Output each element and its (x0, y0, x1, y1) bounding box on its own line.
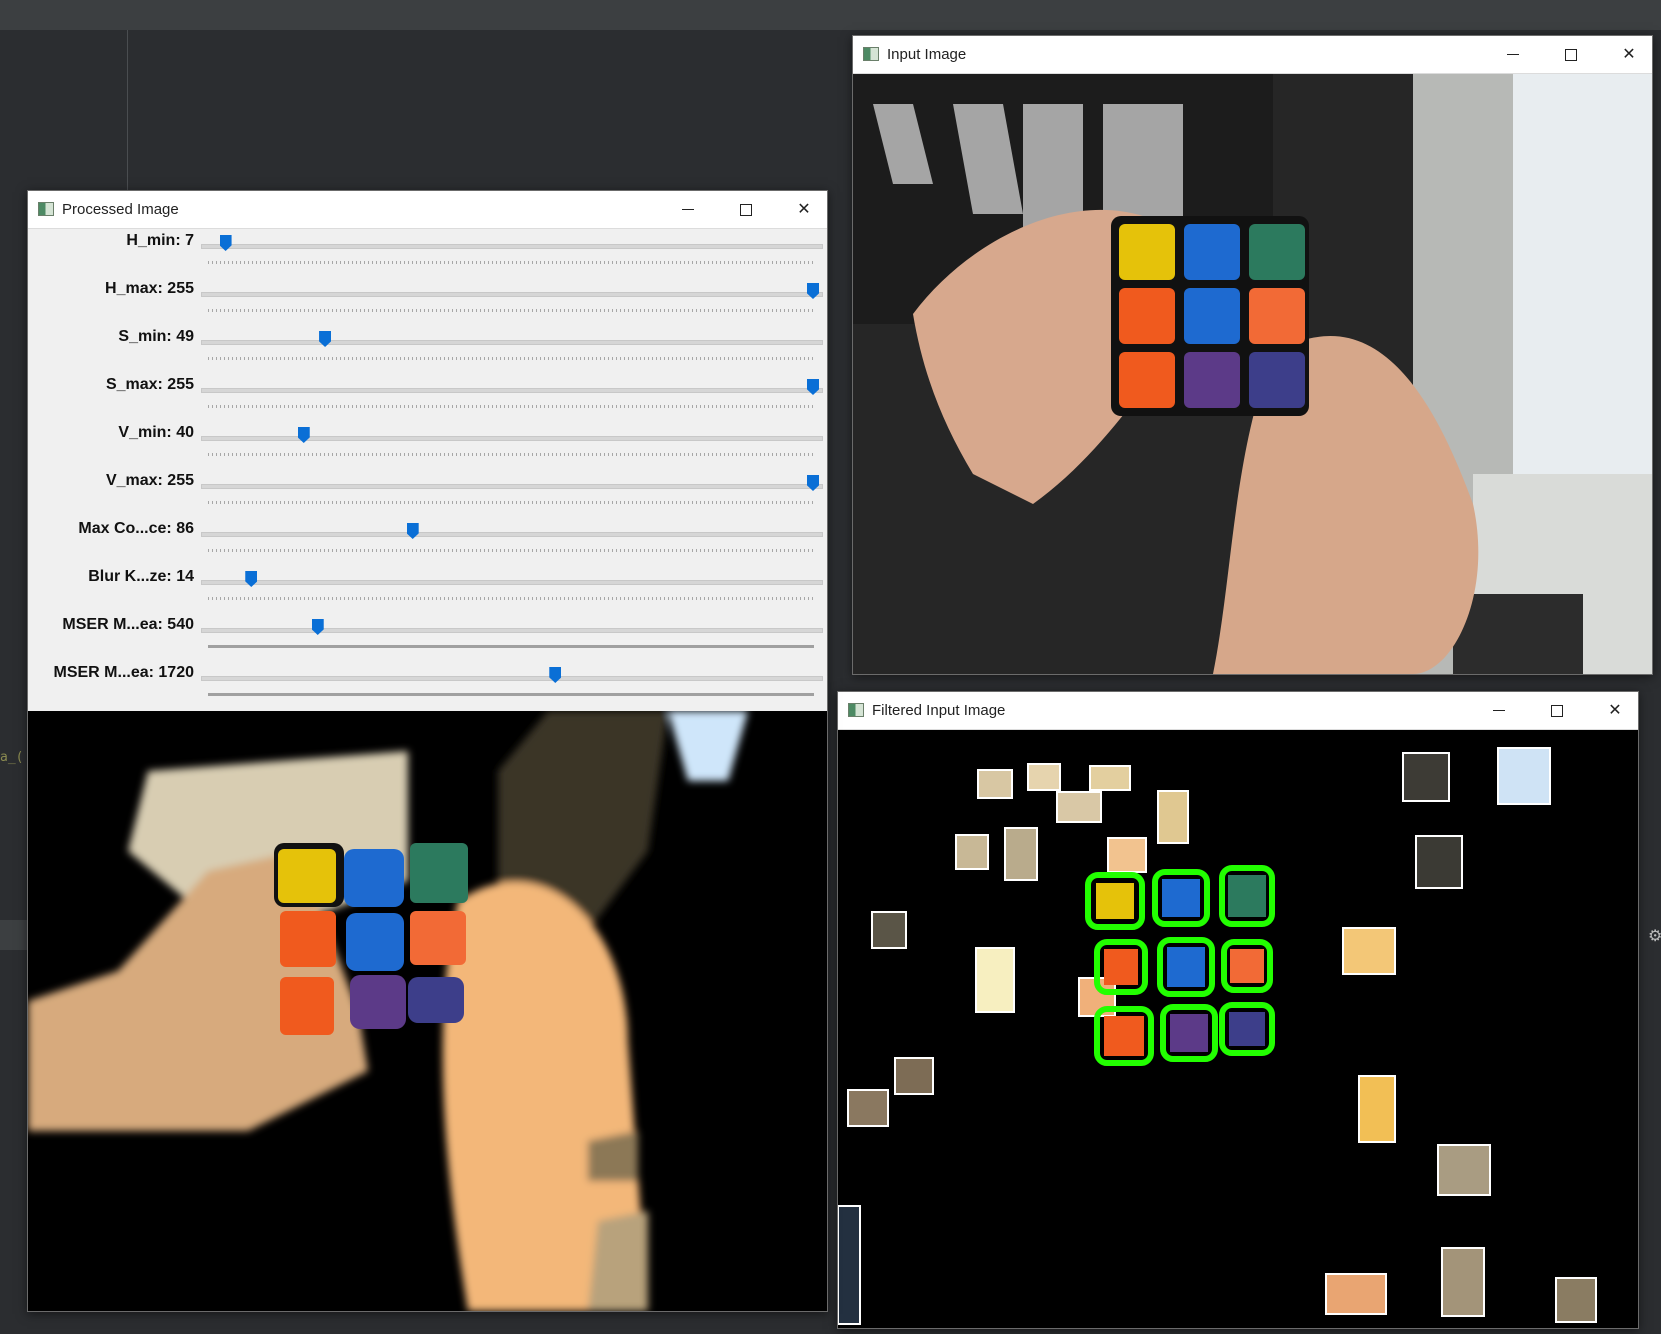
window-app-icon (863, 47, 879, 61)
minimize-button[interactable] (1476, 692, 1522, 729)
close-icon: ✕ (1608, 702, 1622, 719)
window-app-icon (38, 202, 54, 216)
filtered-image (838, 730, 1638, 1328)
trackbar-track[interactable] (201, 532, 823, 537)
camera-scene (853, 74, 1652, 674)
trackbar-row[interactable]: H_max: 255 (28, 277, 827, 325)
close-button[interactable]: ✕ (1606, 36, 1652, 73)
trackbar-row[interactable]: S_max: 255 (28, 373, 827, 421)
trackbar-label: H_max: 255 (105, 280, 194, 297)
title-bar[interactable]: Processed Image ✕ (28, 191, 827, 229)
trackbar-track[interactable] (201, 244, 823, 249)
trackbar-label: S_min: 49 (118, 328, 194, 345)
camera-image (853, 74, 1652, 674)
trackbar-track[interactable] (201, 484, 823, 489)
minimize-button[interactable] (1490, 36, 1536, 73)
processed-image-window[interactable]: Processed Image ✕ H_min: 7 H_max: 255 S_… (27, 190, 828, 1312)
trackbar-ticks (208, 597, 814, 600)
trackbar-label: Max Co...ce: 86 (78, 520, 194, 537)
trackbar-row[interactable]: Max Co...ce: 86 (28, 517, 827, 565)
window-app-icon (848, 703, 864, 717)
trackbar-row[interactable]: Blur K...ze: 14 (28, 565, 827, 613)
trackbar-row[interactable]: MSER M...ea: 540 (28, 613, 827, 661)
maximize-button[interactable] (1548, 36, 1594, 73)
trackbar-label: MSER M...ea: 1720 (53, 664, 195, 681)
filtered-scene (838, 730, 1638, 1328)
trackbar-row[interactable]: S_min: 49 (28, 325, 827, 373)
window-title: Input Image (887, 46, 967, 63)
title-bar[interactable]: Filtered Input Image ✕ (838, 692, 1638, 730)
close-button[interactable]: ✕ (1592, 692, 1638, 729)
gear-icon[interactable]: ⚙ (1648, 926, 1661, 946)
trackbar-ticks (208, 405, 814, 408)
maximize-icon (1565, 48, 1577, 61)
trackbar-ticks (208, 549, 814, 552)
title-bar[interactable]: Input Image ✕ (853, 36, 1652, 74)
trackbar-label: S_max: 255 (105, 376, 194, 393)
trackbar-track[interactable] (201, 388, 823, 393)
maximize-button[interactable] (723, 191, 769, 228)
trackbar-track[interactable] (201, 628, 823, 633)
trackbar-track[interactable] (201, 676, 823, 681)
trackbar-ticks (208, 309, 814, 312)
input-image-window[interactable]: Input Image ✕ (852, 35, 1653, 675)
minimize-icon (1493, 710, 1505, 712)
processed-image (28, 711, 827, 1311)
minimize-icon (1507, 54, 1519, 56)
window-title: Filtered Input Image (872, 702, 1006, 719)
close-icon: ✕ (797, 201, 811, 218)
maximize-icon (1551, 704, 1563, 717)
trackbar-track[interactable] (201, 436, 823, 441)
trackbar-label: Blur K...ze: 14 (88, 568, 194, 585)
maximize-button[interactable] (1534, 692, 1580, 729)
trackbar-track[interactable] (201, 340, 823, 345)
trackbar-label: MSER M...ea: 540 (62, 616, 194, 633)
minimize-button[interactable] (665, 191, 711, 228)
ide-side-strip (0, 920, 30, 950)
trackbar-ticks (208, 357, 814, 360)
trackbar-row[interactable]: V_min: 40 (28, 421, 827, 469)
close-icon: ✕ (1622, 46, 1636, 63)
ide-title-strip (0, 0, 1661, 30)
close-button[interactable]: ✕ (781, 191, 827, 228)
trackbar-ticks (208, 453, 814, 456)
filtered-image-window[interactable]: Filtered Input Image ✕ (837, 691, 1639, 1329)
ide-gutter-line (127, 30, 128, 190)
trackbar-label: H_min: 7 (126, 232, 194, 249)
trackbar-row[interactable]: V_max: 255 (28, 469, 827, 517)
trackbar-ticks (208, 501, 814, 504)
maximize-icon (740, 203, 752, 216)
trackbar-row[interactable]: H_min: 7 (28, 229, 827, 277)
trackbar-label: V_max: 255 (105, 472, 194, 489)
trackbar-track[interactable] (201, 292, 823, 297)
trackbar-ticks (208, 261, 814, 264)
window-title: Processed Image (62, 201, 179, 218)
minimize-icon (682, 209, 694, 211)
trackbar-row[interactable]: MSER M...ea: 1720 (28, 661, 827, 709)
trackbar-panel: H_min: 7 H_max: 255 S_min: 49 S_max: 255… (28, 229, 827, 711)
processed-scene (28, 711, 827, 1311)
trackbar-track[interactable] (201, 580, 823, 585)
trackbar-ticks (208, 693, 814, 696)
trackbar-ticks (208, 645, 814, 648)
ide-code-fragment: a_( (0, 750, 24, 765)
trackbar-label: V_min: 40 (118, 424, 194, 441)
